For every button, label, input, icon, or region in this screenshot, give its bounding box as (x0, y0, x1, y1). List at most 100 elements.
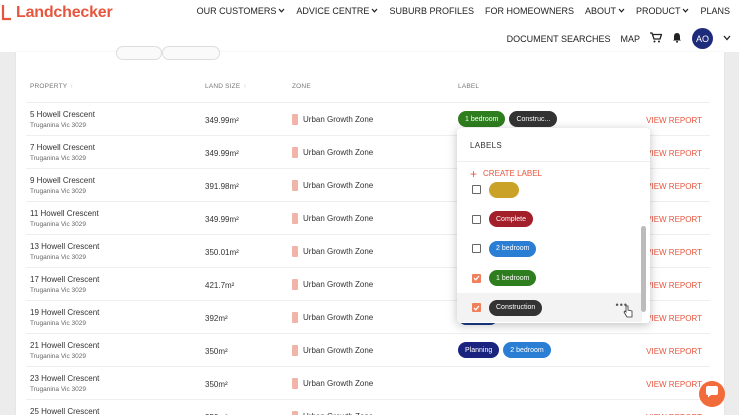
label-options-list[interactable]: Complete 2 bedroom 1 bedroom Construction ••… (457, 181, 642, 323)
zone-cell: Urban Growth Zone (292, 246, 373, 257)
property-suburb: Truganina Vic 3029 (30, 386, 87, 393)
zone-cell: Urban Growth Zone (292, 378, 373, 389)
chevron-down-icon (682, 8, 689, 15)
label-pill[interactable]: Planning (458, 342, 500, 358)
label-pill: 1 bedroom (489, 270, 537, 286)
toolbar-faded (16, 46, 724, 70)
property-address[interactable]: 21 Howell Crescent (30, 341, 99, 350)
property-address[interactable]: 11 Howell Crescent (30, 209, 99, 218)
zone-cell: Urban Growth Zone (292, 312, 373, 323)
checkbox[interactable] (472, 185, 481, 194)
land-size: 349.99m² (205, 149, 239, 158)
document-searches-link[interactable]: DOCUMENT SEARCHES (507, 34, 611, 44)
filter-pill[interactable] (116, 46, 162, 60)
table-row[interactable]: 21 Howell Crescent Truganina Vic 3029 350m… (26, 334, 710, 367)
property-address[interactable]: 25 Howell Crescent (30, 407, 99, 415)
zone-cell: Urban Growth Zone (292, 147, 373, 158)
label-cell[interactable]: 1 bedroom Construc... (458, 111, 558, 127)
table-row[interactable]: 25 Howell CrescentTruganina Vic 3029350m… (26, 400, 710, 415)
chevron-down-icon (618, 8, 625, 15)
view-report-link[interactable]: VIEW REPORT (646, 380, 702, 389)
nav-item-label: PRODUCT (635, 6, 681, 16)
zone-color-swatch (292, 279, 298, 290)
label-option[interactable] (457, 181, 642, 204)
nav-item[interactable]: PRODUCT (636, 6, 690, 16)
label-pill[interactable]: Construc... (509, 111, 558, 127)
checkbox[interactable] (472, 214, 481, 224)
create-label-button[interactable]: + CREATE LABEL (470, 166, 542, 181)
zone-name: Urban Growth Zone (303, 214, 374, 223)
land-size: 350m² (205, 380, 228, 389)
zone-color-swatch (292, 246, 298, 257)
chat-icon (705, 385, 719, 403)
label-pill[interactable]: 1 bedroom (458, 111, 506, 127)
property-suburb: Truganina Vic 3029 (30, 320, 87, 327)
zone-cell: Urban Growth Zone (292, 213, 373, 224)
label-option[interactable]: Complete (457, 205, 642, 234)
zone-color-swatch (292, 114, 298, 125)
nav-item[interactable]: ABOUT (585, 6, 625, 16)
zone-name: Urban Growth Zone (303, 346, 374, 355)
plus-icon: + (470, 166, 478, 181)
nav-item[interactable]: PLANS (700, 6, 730, 16)
property-address[interactable]: 5 Howell Crescent (30, 110, 95, 119)
view-report-link[interactable]: VIEW REPORT (646, 248, 702, 257)
zone-color-swatch (292, 180, 298, 191)
header-land-size[interactable]: LAND SIZE ↑ (205, 83, 247, 90)
nav-item-label: PLANS (700, 6, 730, 16)
view-report-link[interactable]: VIEW REPORT (646, 347, 702, 356)
view-report-link[interactable]: VIEW REPORT (646, 116, 702, 125)
label-option[interactable]: 1 bedroom (457, 264, 642, 293)
logo-mark-icon (0, 2, 14, 24)
view-report-link[interactable]: VIEW REPORT (646, 182, 702, 191)
property-address[interactable]: 23 Howell Crescent (30, 374, 99, 383)
land-size: 349.99m² (205, 116, 239, 125)
view-report-link[interactable]: VIEW REPORT (646, 149, 702, 158)
labels-dropdown: LABELS + CREATE LABEL Complete 2 bedroom 1… (457, 128, 650, 323)
nav-secondary: DOCUMENT SEARCHES MAP AO (507, 28, 731, 49)
table-row[interactable]: 23 Howell Crescent Truganina Vic 3029 350m… (26, 367, 710, 400)
nav-item[interactable]: OUR CUSTOMERS (197, 6, 286, 16)
sort-up-icon: ↑ (70, 83, 74, 90)
bell-icon[interactable] (672, 32, 682, 45)
map-link[interactable]: MAP (620, 34, 640, 44)
landchecker-logo[interactable]: Landchecker (0, 2, 113, 24)
header-property[interactable]: PROPERTY ↑ (30, 83, 74, 90)
label-option[interactable]: 2 bedroom (457, 234, 642, 263)
divider (457, 161, 650, 162)
zone-cell: Urban Growth Zone (292, 114, 373, 125)
chevron-down-icon (371, 8, 378, 15)
label-cell[interactable]: Planning 2 bedroom (458, 342, 551, 358)
zone-color-swatch (292, 312, 298, 323)
nav-item-label: ADVICE CENTRE (296, 6, 370, 16)
label-pill[interactable]: 2 bedroom (503, 342, 551, 358)
view-report-link[interactable]: VIEW REPORT (646, 281, 702, 290)
zone-name: Urban Growth Zone (303, 115, 374, 124)
zone-color-swatch (292, 147, 298, 158)
property-address[interactable]: 13 Howell Crescent (30, 242, 99, 251)
nav-item[interactable]: ADVICE CENTRE (296, 6, 378, 16)
chat-button[interactable] (699, 381, 725, 407)
label-option[interactable]: Construction ••• (457, 293, 642, 322)
zone-color-swatch (292, 378, 298, 389)
view-report-link[interactable]: VIEW REPORT (646, 314, 702, 323)
chevron-down-icon[interactable] (723, 35, 731, 43)
land-size: 421.7m² (205, 281, 235, 290)
property-address[interactable]: 19 Howell Crescent (30, 308, 99, 317)
zone-cell: Urban Growth Zone (292, 411, 373, 415)
checkbox[interactable] (472, 244, 481, 253)
zone-name: Urban Growth Zone (303, 247, 374, 256)
land-size: 350m² (205, 347, 228, 356)
view-report-link[interactable]: VIEW REPORT (646, 215, 702, 224)
nav-item[interactable]: FOR HOMEOWNERS (485, 6, 574, 16)
property-address[interactable]: 17 Howell Crescent (30, 275, 99, 284)
checkbox-checked[interactable] (472, 303, 481, 312)
checkbox-checked[interactable] (472, 273, 481, 283)
cart-icon[interactable] (650, 32, 663, 45)
property-address[interactable]: 9 Howell Crescent (30, 176, 95, 185)
dropdown-scrollbar[interactable] (641, 226, 646, 312)
filter-pill[interactable] (162, 46, 220, 60)
user-avatar[interactable]: AO (692, 28, 713, 49)
property-address[interactable]: 7 Howell Crescent (30, 143, 95, 152)
nav-item[interactable]: SUBURB PROFILES (389, 6, 474, 16)
